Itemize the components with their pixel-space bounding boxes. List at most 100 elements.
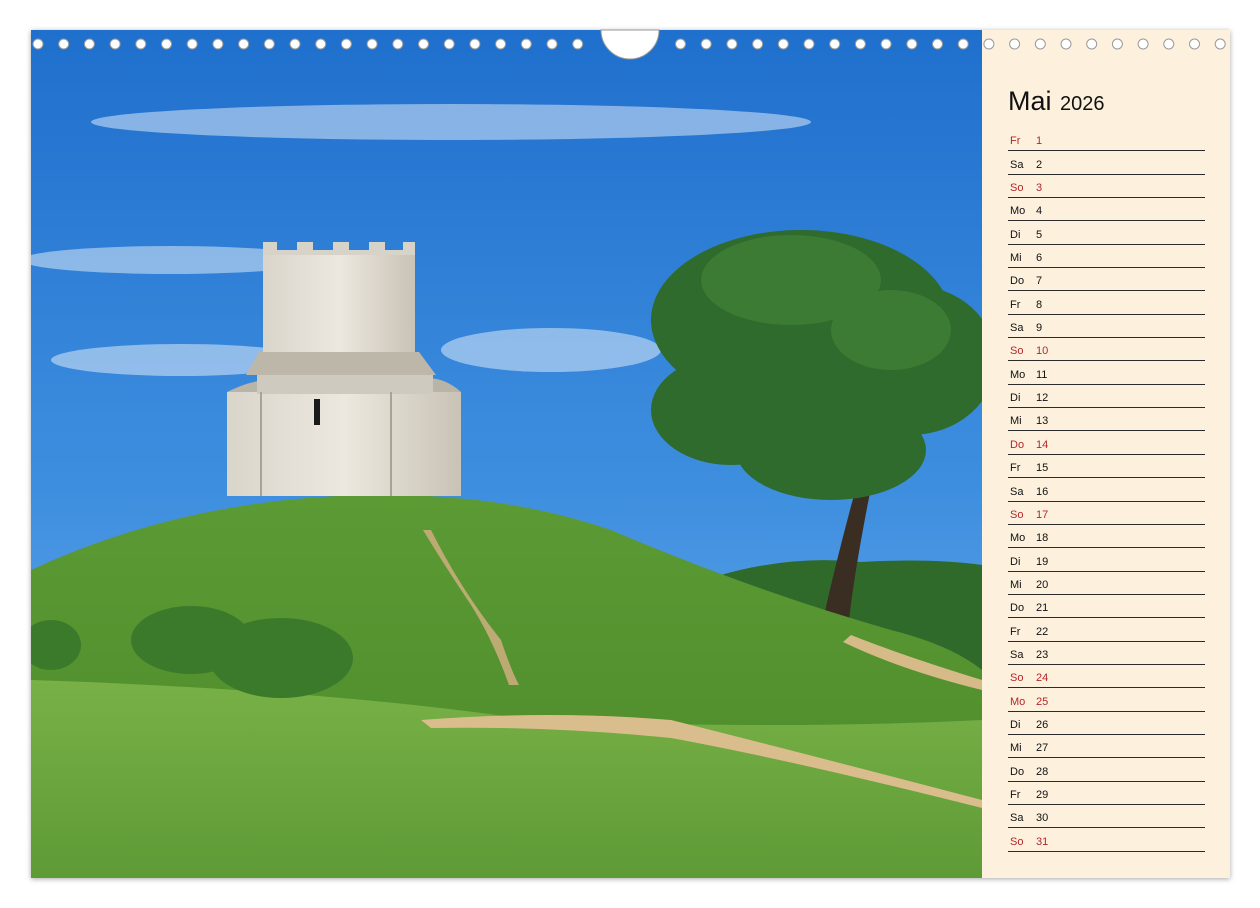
day-number: 2 xyxy=(1036,158,1043,171)
day-number: 21 xyxy=(1036,602,1049,615)
day-number: 7 xyxy=(1036,275,1043,288)
calendar-page: Mai 2026 Fr 1 Sa 2 So 3 Mo 4 Di 5 Mi 6 Do 7 Fr 8 Sa 9 So 10… xyxy=(31,30,1230,878)
weekday-label: So xyxy=(1010,672,1024,685)
day-number: 9 xyxy=(1036,322,1043,335)
day-row: Fr 8 xyxy=(1008,291,1205,315)
weekday-label: Sa xyxy=(1010,485,1024,498)
day-number: 8 xyxy=(1036,298,1043,311)
month-title: Mai 2026 xyxy=(1008,86,1104,117)
weekday-label: Mo xyxy=(1010,368,1026,381)
day-number: 12 xyxy=(1036,392,1049,405)
weekday-label: Mo xyxy=(1010,205,1026,218)
day-number: 24 xyxy=(1036,672,1049,685)
weekday-label: Fr xyxy=(1010,462,1021,475)
day-row: Mi 20 xyxy=(1008,572,1205,595)
weekday-label: Mi xyxy=(1010,578,1022,591)
weekday-label: Do xyxy=(1010,765,1025,778)
day-number: 6 xyxy=(1036,252,1043,265)
day-row: Do 28 xyxy=(1008,758,1205,782)
weekday-label: Sa xyxy=(1010,812,1024,825)
day-row: Sa 2 xyxy=(1008,151,1205,175)
day-list: Fr 1 Sa 2 So 3 Mo 4 Di 5 Mi 6 Do 7 Fr 8 Sa 9 So 10 Mo 11 Di 12 M… xyxy=(1008,128,1205,852)
weekday-label: Fr xyxy=(1010,625,1021,638)
day-row: Fr 22 xyxy=(1008,618,1205,642)
day-number: 25 xyxy=(1036,695,1049,708)
day-number: 20 xyxy=(1036,578,1049,591)
weekday-label: Fr xyxy=(1010,298,1021,311)
day-number: 14 xyxy=(1036,438,1049,451)
day-row: So 17 xyxy=(1008,502,1205,525)
day-row: Mi 6 xyxy=(1008,245,1205,269)
day-row: Mi 13 xyxy=(1008,408,1205,432)
day-number: 17 xyxy=(1036,508,1049,521)
weekday-label: Sa xyxy=(1010,322,1024,335)
weekday-label: Do xyxy=(1010,602,1025,615)
day-row: Di 12 xyxy=(1008,385,1205,409)
landscape-photo xyxy=(31,30,982,878)
day-row: Di 19 xyxy=(1008,548,1205,572)
day-row: Sa 23 xyxy=(1008,642,1205,665)
day-row: Fr 29 xyxy=(1008,782,1205,805)
day-row: Fr 15 xyxy=(1008,455,1205,479)
day-number: 27 xyxy=(1036,742,1049,755)
weekday-label: So xyxy=(1010,835,1024,848)
day-row: Mo 4 xyxy=(1008,198,1205,222)
day-number: 15 xyxy=(1036,462,1049,475)
weekday-label: Mo xyxy=(1010,695,1026,708)
day-row: Mo 18 xyxy=(1008,525,1205,549)
day-number: 1 xyxy=(1036,135,1043,148)
weekday-label: Sa xyxy=(1010,648,1024,661)
weekday-label: Mi xyxy=(1010,742,1022,755)
day-number: 3 xyxy=(1036,182,1043,195)
day-number: 16 xyxy=(1036,485,1049,498)
weekday-label: Do xyxy=(1010,438,1025,451)
weekday-label: Do xyxy=(1010,275,1025,288)
calendar-panel: Mai 2026 Fr 1 Sa 2 So 3 Mo 4 Di 5 Mi 6 Do 7 Fr 8 Sa 9 So 10… xyxy=(982,30,1230,878)
day-number: 19 xyxy=(1036,555,1049,568)
day-number: 30 xyxy=(1036,812,1049,825)
day-row: So 10 xyxy=(1008,338,1205,362)
day-number: 4 xyxy=(1036,205,1043,218)
day-row: Mi 27 xyxy=(1008,735,1205,759)
day-row: So 31 xyxy=(1008,828,1205,852)
weekday-label: So xyxy=(1010,182,1024,195)
weekday-label: Fr xyxy=(1010,788,1021,801)
day-number: 26 xyxy=(1036,718,1049,731)
weekday-label: Mo xyxy=(1010,532,1026,545)
day-number: 28 xyxy=(1036,765,1049,778)
weekday-label: Di xyxy=(1010,392,1021,405)
weekday-label: Di xyxy=(1010,228,1021,241)
day-row: So 24 xyxy=(1008,665,1205,689)
day-number: 11 xyxy=(1036,368,1048,381)
weekday-label: So xyxy=(1010,508,1024,521)
day-number: 23 xyxy=(1036,648,1049,661)
day-row: Mo 25 xyxy=(1008,688,1205,712)
day-number: 5 xyxy=(1036,228,1043,241)
year: 2026 xyxy=(1059,93,1105,115)
day-number: 18 xyxy=(1036,532,1049,545)
day-number: 31 xyxy=(1036,835,1049,848)
month-name: Mai xyxy=(1008,86,1052,116)
day-row: Fr 1 xyxy=(1008,128,1205,152)
day-row: Di 26 xyxy=(1008,712,1205,735)
day-number: 22 xyxy=(1036,625,1049,638)
weekday-label: So xyxy=(1010,345,1024,358)
day-row: So 3 xyxy=(1008,175,1205,199)
weekday-label: Sa xyxy=(1010,158,1024,171)
day-row: Sa 16 xyxy=(1008,478,1205,502)
day-row: Mo 11 xyxy=(1008,361,1205,385)
weekday-label: Di xyxy=(1010,555,1021,568)
weekday-label: Mi xyxy=(1010,415,1022,428)
day-row: Sa 9 xyxy=(1008,315,1205,339)
day-number: 13 xyxy=(1036,415,1049,428)
day-row: Di 5 xyxy=(1008,221,1205,245)
day-row: Sa 30 xyxy=(1008,805,1205,829)
day-number: 10 xyxy=(1036,345,1049,358)
day-row: Do 14 xyxy=(1008,431,1205,455)
day-row: Do 21 xyxy=(1008,595,1205,619)
day-row: Do 7 xyxy=(1008,268,1205,292)
weekday-label: Mi xyxy=(1010,252,1022,265)
day-number: 29 xyxy=(1036,788,1049,801)
weekday-label: Di xyxy=(1010,718,1021,731)
weekday-label: Fr xyxy=(1010,135,1021,148)
